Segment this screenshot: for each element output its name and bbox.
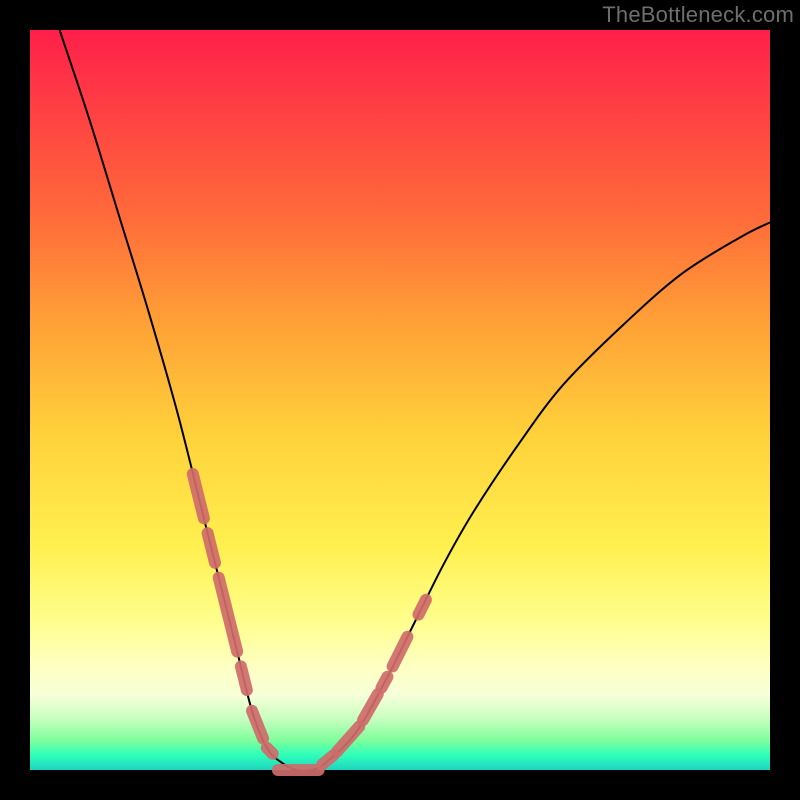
marker-bead	[419, 600, 426, 615]
marker-beads	[193, 474, 426, 770]
marker-bead	[382, 677, 388, 688]
bottleneck-curve	[60, 30, 770, 771]
marker-bead	[267, 748, 273, 754]
curve-svg	[30, 30, 770, 770]
marker-bead	[193, 474, 204, 518]
marker-bead	[208, 533, 215, 563]
marker-bead	[241, 666, 247, 690]
plot-area	[30, 30, 770, 770]
marker-bead	[219, 578, 238, 652]
marker-bead	[363, 694, 378, 720]
chart-frame: TheBottleneck.com	[0, 0, 800, 800]
marker-bead	[393, 637, 408, 667]
marker-bead	[252, 711, 263, 739]
watermark-text: TheBottleneck.com	[602, 2, 794, 28]
marker-bead	[337, 727, 359, 752]
marker-bead	[322, 755, 333, 764]
